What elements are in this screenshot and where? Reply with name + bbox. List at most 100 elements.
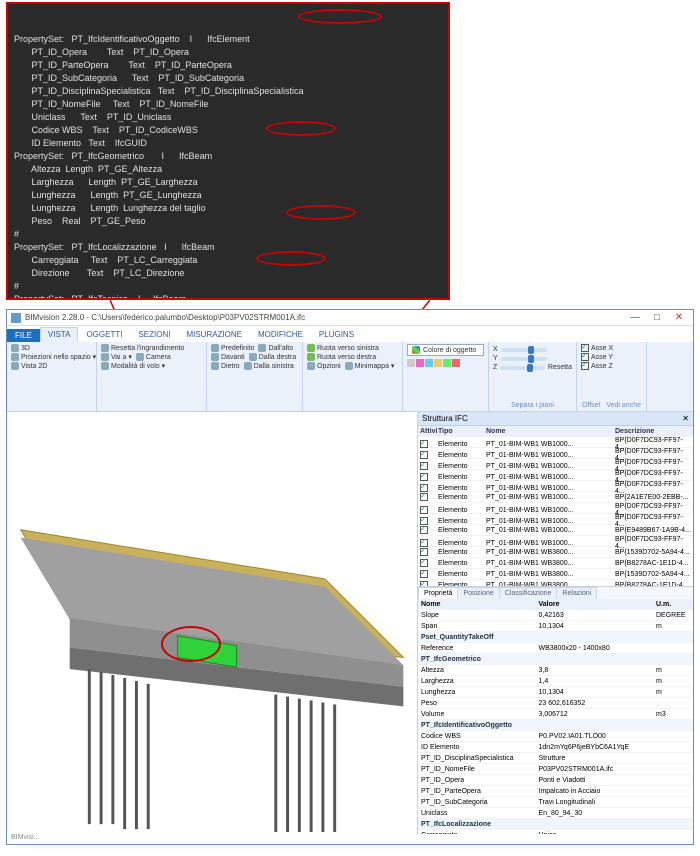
row-checkbox[interactable] xyxy=(420,581,428,586)
slider-y[interactable] xyxy=(501,357,547,361)
row-checkbox[interactable] xyxy=(420,473,428,481)
maximize-button[interactable]: □ xyxy=(647,312,667,324)
bimvision-window: BIMvision 2.28.0 - C:\Users\federico.pal… xyxy=(6,309,694,845)
property-row[interactable]: Lunghezza10,1304m xyxy=(418,687,693,698)
sw-cyan[interactable] xyxy=(425,359,433,367)
btn-sinistra[interactable]: Dalla sinistra xyxy=(244,362,294,370)
btn-davanti[interactable]: Davanti xyxy=(211,353,245,361)
row-checkbox[interactable] xyxy=(420,570,428,578)
tab-sezioni[interactable]: SEZIONI xyxy=(130,327,178,342)
btn-reset-zoom[interactable]: Resetta l'ingrandimento xyxy=(101,344,184,352)
tab-classificazione[interactable]: Classificazione xyxy=(499,587,558,599)
ribbon-tabs: FILE VISTA OGGETTI SEZIONI MISURAZIONE M… xyxy=(7,326,693,342)
property-set-source-panel: PropertySet: PT_IfcIdentificativoOggetto… xyxy=(6,2,450,300)
table-row[interactable]: ElementoPT_01-BIM-WB1 WB1000...BP{D0F7DC… xyxy=(418,437,693,448)
btn-camera[interactable]: Camera xyxy=(136,353,171,361)
property-group: PT_IfcIdentificativoOggetto xyxy=(418,720,693,731)
table-row[interactable]: ElementoPT_01-BIM-WB1 WB1000...BP{D0F7DC… xyxy=(418,514,693,525)
slider-z[interactable] xyxy=(500,366,545,370)
btn-proiezioni[interactable]: Proiezioni nello spazio ▾ xyxy=(11,353,96,361)
table-row[interactable]: ElementoPT_01-BIM-WB1 WB1000...BP{D0F7DC… xyxy=(418,503,693,514)
property-row[interactable]: Span10,1304m xyxy=(418,621,693,632)
property-tabs: Proprietà Posizione Classificazione Rela… xyxy=(418,586,693,599)
chk-asse-x[interactable]: Asse X xyxy=(581,344,642,352)
btn-3d[interactable]: 3D xyxy=(11,344,30,352)
property-row[interactable]: Peso23 602,616352 xyxy=(418,698,693,709)
sw-yel[interactable] xyxy=(434,359,442,367)
table-row[interactable]: ElementoPT_01-BIM-WB1 WB3800...BP{B8278A… xyxy=(418,558,693,569)
property-row[interactable]: Codice WBSP0.PV02.IA01.TLO00 xyxy=(418,731,693,742)
ifc-tree[interactable]: AttiviTipo NomeDescrizione ElementoPT_01… xyxy=(418,426,693,586)
property-group: PT_IfcGeometrico xyxy=(418,654,693,665)
sw-green[interactable] xyxy=(443,359,451,367)
sw-red[interactable] xyxy=(452,359,460,367)
row-checkbox[interactable] xyxy=(420,462,428,470)
tab-oggetti[interactable]: OGGETTI xyxy=(78,327,130,342)
row-checkbox[interactable] xyxy=(420,559,428,567)
btn-slider-reset[interactable]: Resetta xyxy=(548,364,572,371)
btn-dietro[interactable]: Dietro xyxy=(211,362,240,370)
tab-vista[interactable]: VISTA xyxy=(40,327,79,342)
table-row[interactable]: ElementoPT_01-BIM-WB1 WB1000...BP{E9489B… xyxy=(418,525,693,536)
row-checkbox[interactable] xyxy=(420,493,428,501)
row-checkbox[interactable] xyxy=(420,506,428,514)
slider-x[interactable] xyxy=(501,348,547,352)
tab-misurazione[interactable]: MISURAZIONE xyxy=(178,327,250,342)
table-row[interactable]: ElementoPT_01-BIM-WB1 WB1000...BP{2A1E7E… xyxy=(418,492,693,503)
tab-posizione[interactable]: Posizione xyxy=(457,587,499,599)
property-row[interactable]: PT_ID_DisciplinaSpecialisticaStrutture xyxy=(418,753,693,764)
table-row[interactable]: ElementoPT_01-BIM-WB1 WB1000...BP{D0F7DC… xyxy=(418,481,693,492)
table-row[interactable]: ElementoPT_01-BIM-WB1 WB1000...BP{D0F7DC… xyxy=(418,536,693,547)
app-icon xyxy=(11,313,21,323)
3d-viewport[interactable] xyxy=(7,412,417,834)
sw-pink[interactable] xyxy=(416,359,424,367)
table-row[interactable]: ElementoPT_01-BIM-WB1 WB1000...BP{D0F7DC… xyxy=(418,459,693,470)
property-row[interactable]: Slope0,42163DEGREE xyxy=(418,610,693,621)
chk-asse-y[interactable]: Asse Y xyxy=(581,353,642,361)
tab-relazioni[interactable]: Relazioni xyxy=(556,587,597,599)
table-row[interactable]: ElementoPT_01-BIM-WB1 WB1000...BP{D0F7DC… xyxy=(418,470,693,481)
btn-minimap[interactable]: Minimappa ▾ xyxy=(345,362,395,370)
table-row[interactable]: ElementoPT_01-BIM-WB1 WB3800...BP{1539D7… xyxy=(418,547,693,558)
property-row[interactable]: Larghezza1,4m xyxy=(418,676,693,687)
table-row[interactable]: ElementoPT_01-BIM-WB1 WB3800...BP{1539D7… xyxy=(418,569,693,580)
property-group: PT_IfcLocalizzazione xyxy=(418,819,693,830)
btn-opzioni[interactable]: Opzioni xyxy=(307,362,341,370)
row-checkbox[interactable] xyxy=(420,440,428,448)
property-row[interactable]: ReferenceWB3800x20 - 1400x80 xyxy=(418,643,693,654)
file-tab[interactable]: FILE xyxy=(7,329,40,342)
tab-plugins[interactable]: PLUGINS xyxy=(311,327,362,342)
ribbon: 3D Proiezioni nello spazio ▾ Vista 2D Re… xyxy=(7,342,693,412)
window-title: BIMvision 2.28.0 - C:\Users\federico.pal… xyxy=(25,313,305,322)
btn-rot-sx[interactable]: Ruota verso sinistra xyxy=(307,344,379,352)
row-checkbox[interactable] xyxy=(420,548,428,556)
tab-proprieta[interactable]: Proprietà xyxy=(418,587,458,599)
btn-alto[interactable]: Dall'alto xyxy=(258,344,293,352)
tab-modifiche[interactable]: MODIFICHE xyxy=(250,327,311,342)
sw-grey[interactable] xyxy=(407,359,415,367)
btn-colore-oggetto[interactable]: Colore di oggetto xyxy=(407,344,484,356)
property-row[interactable]: PT_ID_OperaPonti e Viadotti xyxy=(418,775,693,786)
close-button[interactable]: ✕ xyxy=(669,312,689,324)
row-checkbox[interactable] xyxy=(420,451,428,459)
panel-close-icon[interactable]: ✕ xyxy=(682,414,689,423)
chk-asse-z[interactable]: Asse Z xyxy=(581,362,642,370)
property-row[interactable]: Volume3,006712m3 xyxy=(418,709,693,720)
row-checkbox[interactable] xyxy=(420,526,428,534)
property-row[interactable]: PT_ID_SubCategoriaTravi Longitudinali xyxy=(418,797,693,808)
property-row[interactable]: PT_ID_ParteOperaImpalcato in Acciaio xyxy=(418,786,693,797)
property-row[interactable]: Altezza3,8m xyxy=(418,665,693,676)
btn-vaia[interactable]: Vai a ▾ xyxy=(101,353,132,361)
minimize-button[interactable]: — xyxy=(625,312,645,324)
btn-destra[interactable]: Dalla destra xyxy=(249,353,296,361)
table-row[interactable]: ElementoPT_01-BIM-WB1 WB1000...BP{D0F7DC… xyxy=(418,448,693,459)
property-row[interactable]: PT_ID_NomeFileP03PV02STRM001A.ifc xyxy=(418,764,693,775)
property-row[interactable]: ID Elemento1dn2mYq6P6jeBYbC6A1YqE xyxy=(418,742,693,753)
property-row[interactable]: UniclassEn_80_94_30 xyxy=(418,808,693,819)
btn-volo[interactable]: Modalità di volo ▾ xyxy=(101,362,165,370)
status-bar: BIMvisi... xyxy=(7,834,693,844)
btn-vista2d[interactable]: Vista 2D xyxy=(11,362,47,370)
property-grid[interactable]: NomeValoreU.m. Slope0,42163DEGREE Span10… xyxy=(418,599,693,834)
btn-predef[interactable]: Predefinito xyxy=(211,344,254,352)
btn-rot-dx[interactable]: Ruota verso destra xyxy=(307,353,376,361)
